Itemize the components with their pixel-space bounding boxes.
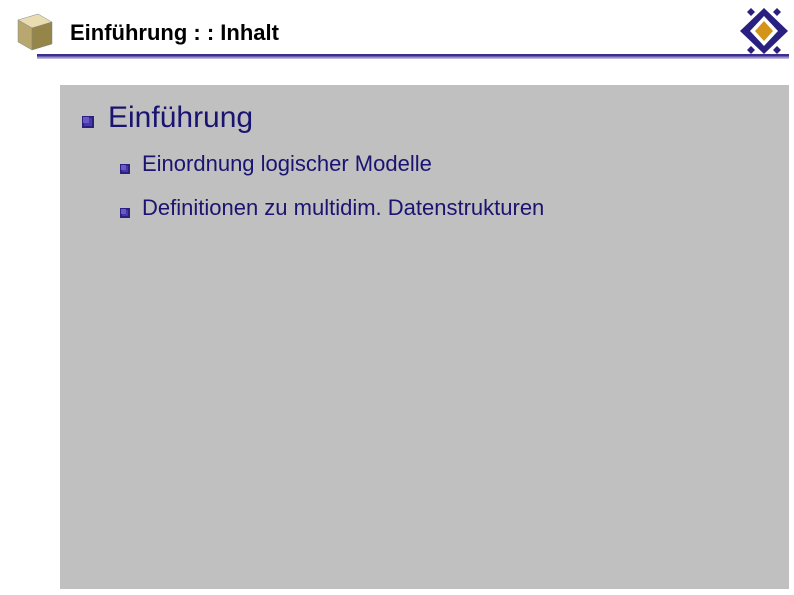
bullet-icon [82,115,94,127]
diamond-logo-icon [738,6,790,56]
header-underline-shadow [37,58,789,59]
page-title: Einführung : : Inhalt [70,20,279,46]
bullet-icon [120,161,130,171]
outline-item: Einordnung logischer Modelle [120,151,432,177]
cube-icon [8,6,58,56]
outline-heading-text: Einführung [108,101,253,135]
outline-item: Definitionen zu multidim. Datenstrukture… [120,195,544,221]
slide-content: Einführung Einordnung logischer Modelle … [60,85,789,589]
slide-header: Einführung : : Inhalt [0,0,794,70]
outline-heading: Einführung [82,101,253,135]
outline-item-text: Einordnung logischer Modelle [142,151,432,177]
bullet-icon [120,205,130,215]
outline-item-text: Definitionen zu multidim. Datenstrukture… [142,195,544,221]
